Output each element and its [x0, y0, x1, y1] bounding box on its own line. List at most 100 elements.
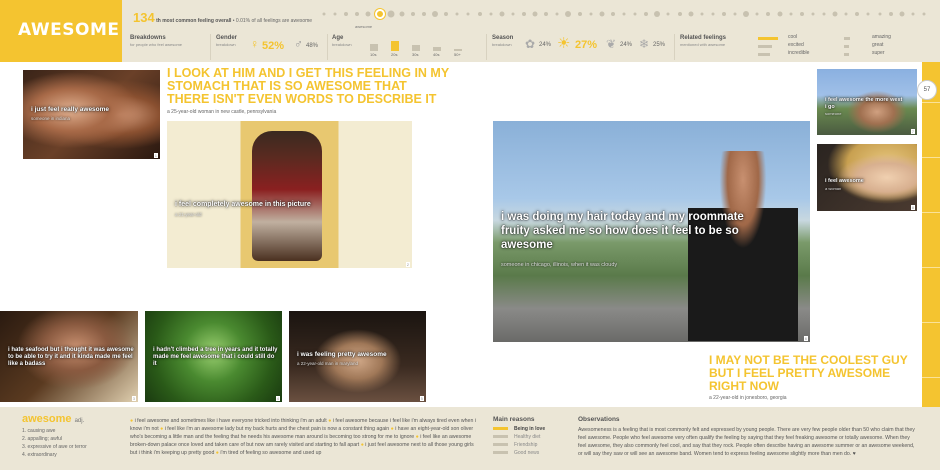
age-bar-label: 20s: [391, 52, 398, 57]
observations-text: Awesomeness is a feeling that is most co…: [578, 427, 915, 458]
feeling-dot: [755, 12, 759, 16]
feeling-dot: [422, 12, 426, 16]
definition-term: awesome: [22, 413, 72, 425]
related-group: Related feelings mentioned with awesome: [680, 35, 726, 61]
photo-sub: a 21-year-old: [175, 212, 202, 217]
male-icon: ♂: [294, 37, 303, 51]
age-bar: [391, 41, 399, 51]
age-bar-label: 40s: [433, 52, 440, 57]
page-number: 57: [917, 80, 937, 100]
age-bar: [370, 44, 378, 51]
fall-pct: 24%: [620, 42, 633, 48]
female-pct: 52%: [262, 40, 285, 52]
gender-sub: breakdown: [216, 42, 236, 47]
photo-caption: i was doing my hair today and my roommat…: [501, 211, 744, 251]
related-bar: [844, 53, 849, 56]
feeling-dot: [522, 12, 526, 16]
photo-number: 8: [910, 205, 915, 210]
related-item: super: [872, 50, 885, 56]
feeling-dot: [444, 12, 449, 16]
related-item: cool: [788, 34, 798, 40]
awesome-rank-dot: [376, 11, 383, 17]
feeling-dot: [911, 12, 915, 16]
feeling-dot: [565, 11, 572, 17]
age-bar-group: 10s: [370, 37, 380, 57]
feeling-dot: [355, 12, 360, 16]
age-bar-label: 30s: [412, 52, 419, 57]
feeling-dot: [333, 12, 337, 16]
feeling-dot: [777, 11, 783, 17]
season-title: Season: [492, 35, 514, 41]
related-bar: [844, 45, 849, 48]
quote-stream: ● i feel awesome and sometimes like i ha…: [130, 417, 480, 457]
breakdowns-sub: for people who feel awesome: [130, 42, 183, 47]
feeling-dot: [688, 11, 694, 17]
photo-samurai-costume: i feel completely awesome in this pictur…: [167, 121, 412, 268]
quote-text: i feel like i'm an awesome lady but my b…: [164, 426, 390, 433]
reason-item: Healthy diet: [493, 434, 540, 440]
photo-number: 2: [405, 262, 410, 267]
leaf-icon: ❦: [606, 37, 617, 51]
feeling-dot: [455, 12, 459, 16]
feeling-dot: [866, 12, 870, 16]
feeling-dot: [766, 12, 771, 16]
photo-sub: someone in chicago, illinois, when it wa…: [501, 262, 618, 268]
feeling-dot: [832, 11, 838, 17]
reason-item: Good news: [493, 450, 539, 456]
feeling-title-block: AWESOME: [0, 0, 122, 62]
observations-title: Observations: [578, 416, 620, 423]
feeling-dot: [654, 11, 661, 17]
divider: [486, 34, 487, 60]
feeling-dot: [855, 12, 860, 16]
headline-byline: a 25-year-old woman in new castle, penns…: [167, 109, 277, 115]
breakdowns-group: Breakdowns for people who feel awesome: [130, 35, 182, 61]
related-item: incredible: [788, 50, 810, 56]
photo-number: 4: [275, 396, 280, 401]
feeling-dot: [610, 12, 615, 16]
feeling-dot: [711, 12, 715, 16]
spring-icon: ✿: [525, 37, 536, 51]
feeling-rank-dots: [318, 8, 933, 20]
feeling-dot: [489, 12, 493, 16]
age-bar-label: 50+: [454, 52, 461, 57]
rank-number: 134: [133, 10, 155, 25]
page-edge-strip: [922, 62, 940, 407]
feeling-dot: [633, 12, 637, 16]
snowflake-icon: ❄: [639, 37, 650, 51]
feeling-dot: [899, 11, 905, 17]
season-sub: breakdown: [492, 42, 512, 47]
headline-quote: I LOOK AT HIM AND I GET THIS FEELING IN …: [167, 66, 449, 107]
sun-icon: ☀: [557, 35, 571, 52]
feeling-dot: [477, 12, 482, 16]
feeling-dot: [743, 11, 750, 17]
photo-guy-jacket: i was feeling pretty awesome a 22-year-o…: [289, 311, 426, 402]
related-item: amazing: [872, 34, 891, 40]
photo-caption: i feel awesome: [825, 178, 864, 184]
related-sub: mentioned with awesome: [680, 42, 726, 47]
feeling-dot: [844, 12, 848, 16]
feeling-dot: [733, 12, 737, 16]
definition-sense: 4. extraordinary: [22, 452, 57, 458]
header: AWESOME 134 th most common feeling overa…: [0, 0, 940, 62]
feeling-dot: [700, 12, 704, 16]
feeling-dot: [410, 12, 415, 16]
feeling-dot: [677, 12, 682, 16]
rank-row: 134 th most common feeling overall • 0.0…: [133, 10, 312, 25]
reason-item: Friendship: [493, 442, 537, 448]
age-sub: breakdown: [332, 42, 352, 47]
costume-figure: [252, 131, 322, 261]
age-bar-group: 20s: [391, 37, 401, 57]
feeling-dot: [577, 12, 582, 16]
related-bar: [844, 37, 850, 40]
photo-number: 6: [803, 336, 808, 341]
footer-panel: awesome adj. 1. causing awe 2. appalling…: [0, 407, 940, 470]
age-bar: [412, 45, 420, 51]
feeling-dot: [466, 12, 470, 16]
photo-sub: someone: [825, 111, 842, 116]
feeling-dot: [532, 11, 538, 17]
feeling-dot: [722, 12, 726, 16]
age-bar: [433, 47, 441, 51]
feeling-dot: [878, 12, 882, 16]
related-bar: [758, 37, 778, 40]
feeling-dot: [644, 12, 649, 16]
